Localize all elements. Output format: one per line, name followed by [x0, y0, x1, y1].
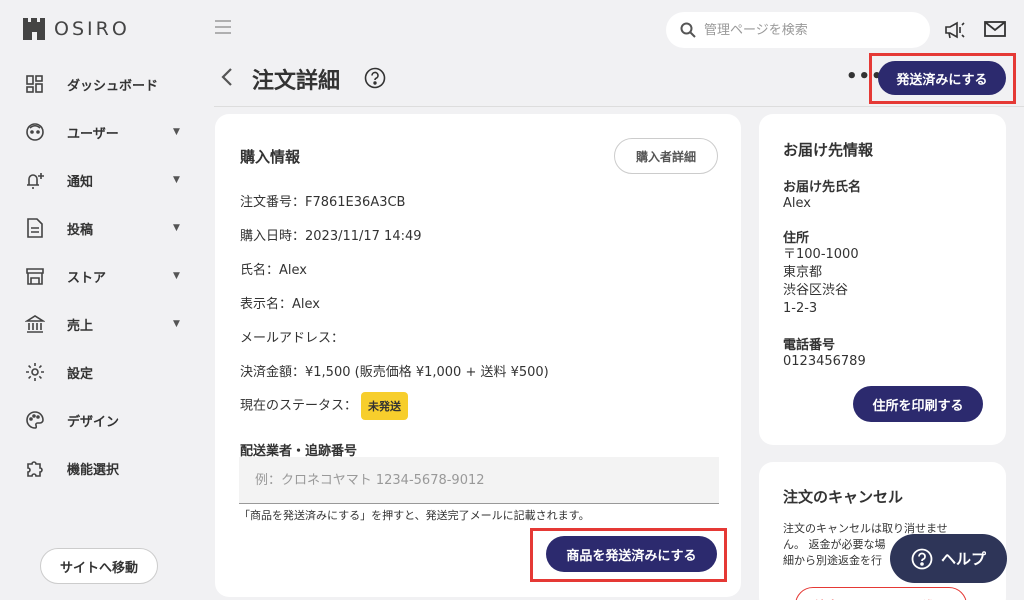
caret-down-icon: ▼	[173, 127, 180, 137]
print-address-button[interactable]: 住所を印刷する	[853, 386, 983, 422]
card-title: 注文のキャンセル	[783, 488, 904, 506]
address-line: 1-2-3	[783, 301, 818, 316]
recipient-value: Alex	[783, 196, 811, 211]
ship-note: 「商品を発送済みにする」を押すと、発送完了メールに記載されます。	[239, 509, 590, 522]
mark-shipped-button[interactable]: 発送済みにする	[878, 61, 1006, 95]
order-number: 注文番号：F7861E36A3CB	[240, 195, 406, 210]
sidebar-item-sales[interactable]: 売上 ▼	[0, 300, 200, 348]
question-circle-icon	[911, 548, 933, 569]
purchase-info-card: 購入情報 購入者詳細 注文番号：F7861E36A3CB 購入日時：2023/1…	[215, 114, 741, 597]
gear-icon	[24, 361, 46, 383]
caret-down-icon: ▼	[173, 319, 180, 329]
display-name: 表示名：Alex	[240, 297, 320, 312]
bank-icon	[24, 313, 46, 335]
tracking-field[interactable]	[239, 457, 719, 504]
bell-plus-icon	[24, 169, 46, 191]
document-icon	[24, 217, 46, 239]
logo-text: OSIRO	[54, 18, 130, 40]
phone-value: 0123456789	[783, 354, 866, 369]
user-icon	[24, 121, 46, 143]
address-block: 住所 〒100-1000 東京都 渋谷区渋谷 1-2-3	[783, 227, 859, 318]
sidebar-item-label: 設定	[67, 366, 94, 382]
buyer-name: 氏名：Alex	[240, 263, 307, 278]
email: メールアドレス：	[240, 331, 345, 346]
mail-icon[interactable]	[984, 20, 1006, 42]
recipient-label: お届け先氏名	[783, 180, 862, 195]
phone-block: 電話番号 0123456789	[783, 334, 866, 371]
card-title: 購入情報	[240, 148, 301, 166]
sidebar-item-label: ストア	[67, 270, 107, 286]
dashboard-icon	[24, 73, 46, 95]
castle-logo-icon	[23, 18, 45, 40]
sidebar-item-label: 売上	[67, 318, 94, 334]
header-divider	[214, 106, 1024, 107]
caret-down-icon: ▼	[173, 175, 180, 185]
buyer-detail-button[interactable]: 購入者詳細	[614, 138, 718, 174]
sidebar-nav: ダッシュボード ユーザー ▼ 通知 ▼ 投稿 ▼ ストア ▼ 売上 ▼ 設定 デ…	[0, 60, 200, 492]
status-label: 現在のステータス：	[240, 398, 358, 414]
palette-icon	[24, 409, 46, 431]
search-input[interactable]	[704, 22, 914, 38]
address-line: 〒100-1000	[783, 247, 859, 262]
sidebar-item-design[interactable]: デザイン	[0, 396, 200, 444]
logo[interactable]: OSIRO	[22, 18, 130, 40]
phone-label: 電話番号	[783, 338, 836, 353]
status-badge: 未発送	[361, 392, 409, 420]
sidebar-item-notifications[interactable]: 通知 ▼	[0, 156, 200, 204]
address-label: 住所	[783, 231, 810, 246]
question-circle-icon[interactable]	[364, 67, 386, 93]
address-line: 東京都	[783, 265, 823, 280]
help-button[interactable]: ヘルプ	[890, 534, 1007, 583]
sidebar-item-label: 機能選択	[67, 462, 120, 478]
sidebar-item-features[interactable]: 機能選択	[0, 444, 200, 492]
card-title: お届け先情報	[783, 141, 874, 159]
sidebar-item-label: デザイン	[67, 414, 120, 430]
hamburger-menu-icon[interactable]	[214, 19, 232, 39]
sidebar-item-label: 投稿	[67, 222, 94, 238]
status-row: 現在のステータス： 未発送	[240, 392, 409, 420]
ship-item-button[interactable]: 商品を発送済みにする	[546, 536, 717, 572]
sidebar-item-store[interactable]: ストア ▼	[0, 252, 200, 300]
search-bar[interactable]	[666, 12, 930, 48]
go-to-site-button[interactable]: サイトへ移動	[40, 548, 158, 584]
back-chevron-icon[interactable]	[220, 66, 234, 92]
tracking-input[interactable]	[255, 472, 695, 488]
sidebar-item-label: ダッシュボード	[67, 78, 159, 94]
page-title: 注文詳細	[252, 69, 341, 94]
sidebar-item-label: 通知	[67, 174, 94, 190]
address-line: 渋谷区渋谷	[783, 283, 849, 298]
megaphone-icon[interactable]	[944, 20, 966, 44]
help-label: ヘルプ	[940, 550, 986, 568]
search-icon	[680, 22, 696, 38]
sidebar-item-posts[interactable]: 投稿 ▼	[0, 204, 200, 252]
caret-down-icon: ▼	[173, 223, 180, 233]
sidebar-item-users[interactable]: ユーザー ▼	[0, 108, 200, 156]
puzzle-icon	[24, 457, 46, 479]
sidebar-item-label: ユーザー	[67, 126, 119, 142]
store-icon	[24, 265, 46, 287]
sidebar: OSIRO ダッシュボード ユーザー ▼ 通知 ▼ 投稿 ▼ ストア ▼ 売上 …	[0, 0, 200, 600]
sidebar-item-dashboard[interactable]: ダッシュボード	[0, 60, 200, 108]
caret-down-icon: ▼	[173, 271, 180, 281]
sidebar-item-settings[interactable]: 設定	[0, 348, 200, 396]
cancel-order-button[interactable]: 注文のキャンセルに進む	[795, 587, 967, 600]
delivery-info-card: お届け先情報 お届け先氏名 Alex 住所 〒100-1000 東京都 渋谷区渋…	[759, 114, 1006, 445]
recipient-block: お届け先氏名 Alex	[783, 176, 861, 213]
purchase-date: 購入日時：2023/11/17 14:49	[240, 229, 422, 244]
payment-amount: 決済金額：¥1,500 (販売価格 ¥1,000 + 送料 ¥500)	[240, 365, 549, 380]
